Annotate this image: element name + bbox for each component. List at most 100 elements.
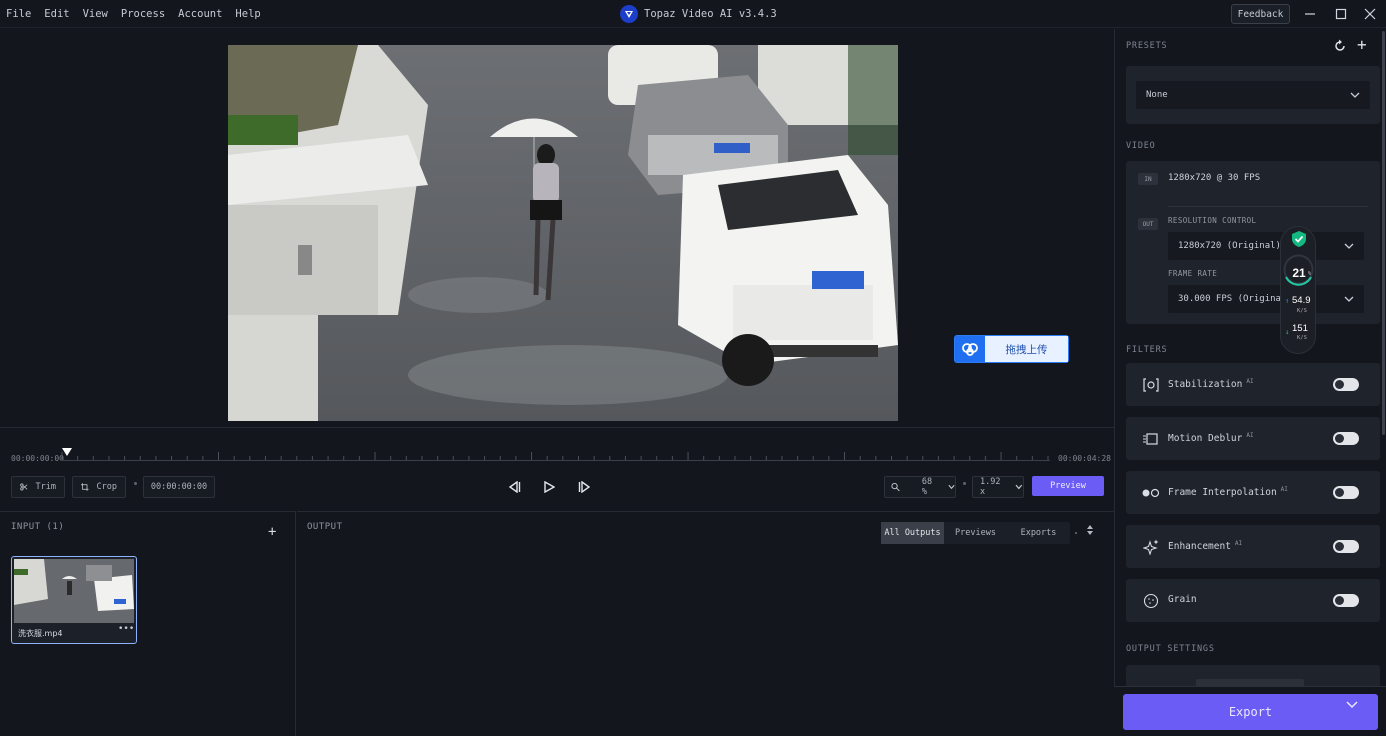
resolution-label: RESOLUTION CONTROL — [1168, 216, 1257, 225]
download-speed-unit: K/S — [1297, 335, 1307, 341]
feedback-button[interactable]: Feedback — [1231, 4, 1290, 24]
output-panel: OUTPUT All Outputs Previews Exports — [297, 511, 1114, 736]
download-arrow-icon: ↓ — [1285, 328, 1290, 336]
chevron-down-icon — [948, 484, 955, 490]
export-button[interactable]: Export — [1123, 694, 1378, 730]
export-area: Export — [1114, 686, 1386, 736]
add-input-icon[interactable]: + — [268, 524, 276, 540]
video-preview[interactable] — [228, 45, 898, 421]
video-thumbnail — [14, 559, 134, 623]
filter-enhancement: Enhancement AI — [1126, 525, 1380, 568]
tab-previews[interactable]: Previews — [944, 522, 1007, 544]
divider — [1168, 206, 1368, 207]
frame-interpolation-toggle[interactable] — [1333, 486, 1359, 499]
enhancement-icon — [1142, 538, 1160, 556]
filter-name: Stabilization — [1168, 379, 1243, 391]
maximize-icon[interactable] — [1330, 4, 1352, 24]
input-file-name: 洗衣服.mp4 — [18, 629, 63, 638]
timecode-input[interactable]: 00:00:00:00 — [143, 476, 215, 498]
video-card: IN 1280x720 @ 30 FPS OUT RESOLUTION CONT… — [1126, 161, 1380, 324]
timeline[interactable]: 00:00:00:00 00:00:04:28 — [0, 430, 1114, 470]
separator-dot — [1075, 532, 1077, 534]
trim-button[interactable]: Trim — [11, 476, 65, 498]
timeline-end-time: 00:00:04:28 — [1058, 454, 1111, 463]
in-tag: IN — [1138, 173, 1158, 185]
sort-icon[interactable] — [1086, 524, 1094, 536]
export-label: Export — [1228, 705, 1273, 719]
video-title: VIDEO — [1126, 141, 1156, 151]
menu-edit[interactable]: Edit — [44, 8, 69, 20]
menu-process[interactable]: Process — [121, 8, 165, 20]
playhead-icon[interactable] — [61, 447, 73, 459]
trim-label: Trim — [35, 482, 56, 492]
preset-value: None — [1146, 90, 1168, 100]
grain-icon — [1142, 592, 1160, 610]
grain-toggle[interactable] — [1333, 594, 1359, 607]
frame-rate-dropdown[interactable]: 30.000 FPS (Original) — [1168, 285, 1364, 313]
filter-label: Enhancement AI — [1168, 540, 1242, 552]
filter-stabilization: Stabilization AI — [1126, 363, 1380, 406]
filter-label: Stabilization AI — [1168, 378, 1254, 390]
menu-view[interactable]: View — [83, 8, 108, 20]
filter-grain: Grain — [1126, 579, 1380, 622]
cloud-upload-icon — [955, 336, 985, 362]
motion-deblur-icon — [1142, 430, 1160, 448]
topaz-logo-icon — [620, 5, 638, 23]
title-bar: File Edit View Process Account Help Topa… — [0, 0, 1386, 28]
menu-file[interactable]: File — [6, 8, 31, 20]
zoom-select[interactable]: 68 % — [884, 476, 956, 498]
filter-label: Frame Interpolation AI — [1168, 486, 1288, 498]
filter-name: Frame Interpolation — [1168, 487, 1277, 499]
motion-deblur-toggle[interactable] — [1333, 432, 1359, 445]
chevron-down-icon — [1015, 484, 1023, 490]
crop-button[interactable]: Crop — [72, 476, 126, 498]
tab-all-outputs[interactable]: All Outputs — [881, 522, 944, 544]
settings-sidebar: PRESETS + None VIDEO IN 1280x720 @ 30 FP… — [1114, 29, 1386, 736]
add-preset-icon[interactable]: + — [1357, 35, 1367, 54]
stabilization-toggle[interactable] — [1333, 378, 1359, 391]
chevron-down-icon — [1350, 92, 1360, 98]
enhancement-toggle[interactable] — [1333, 540, 1359, 553]
cpu-percent-unit: % — [1308, 271, 1312, 277]
upload-widget[interactable]: 拖拽上传 — [954, 335, 1069, 363]
previous-frame-icon[interactable] — [505, 478, 523, 496]
ai-badge: AI — [1246, 432, 1254, 439]
crop-label: Crop — [96, 482, 117, 492]
frame-rate-value: 30.000 FPS (Original) — [1178, 294, 1292, 304]
input-file-card[interactable]: 洗衣服.mp4 ••• — [11, 556, 137, 644]
sidebar-scrollbar[interactable] — [1382, 31, 1385, 435]
shield-check-icon — [1292, 231, 1306, 247]
play-icon[interactable] — [540, 478, 558, 496]
menu-account[interactable]: Account — [178, 8, 222, 20]
ai-badge: AI — [1246, 378, 1254, 385]
reset-icon[interactable] — [1333, 39, 1347, 53]
filter-label: Grain — [1168, 594, 1197, 605]
filters-title: FILTERS — [1126, 345, 1168, 355]
next-frame-icon[interactable] — [576, 478, 594, 496]
output-title: OUTPUT — [307, 522, 343, 532]
minimize-icon[interactable] — [1299, 4, 1321, 24]
separator-dot — [134, 482, 137, 485]
scissors-icon — [20, 483, 28, 491]
tab-exports[interactable]: Exports — [1007, 522, 1070, 544]
menu-bar: File Edit View Process Account Help — [6, 0, 261, 28]
app-title: Topaz Video AI v3.4.3 — [620, 5, 777, 23]
out-tag: OUT — [1138, 218, 1158, 230]
chevron-down-icon[interactable] — [1346, 700, 1358, 710]
preview-button[interactable]: Preview — [1032, 476, 1104, 496]
filter-name: Grain — [1168, 594, 1197, 605]
menu-help[interactable]: Help — [235, 8, 260, 20]
download-speed: 151 — [1292, 323, 1308, 334]
upload-label: 拖拽上传 — [985, 336, 1068, 362]
zoom-value: 68 % — [921, 477, 933, 497]
presets-card: None — [1126, 66, 1380, 124]
frame-rate-label: FRAME RATE — [1168, 269, 1218, 278]
preset-dropdown[interactable]: None — [1136, 81, 1370, 109]
more-options-icon[interactable]: ••• — [118, 624, 134, 634]
close-icon[interactable] — [1359, 4, 1381, 24]
speed-select[interactable]: 1.92 x — [972, 476, 1024, 498]
resolution-dropdown[interactable]: 1280x720 (Original) — [1168, 232, 1364, 260]
app-title-text: Topaz Video AI v3.4.3 — [644, 8, 777, 20]
timeline-ticks — [61, 452, 1049, 460]
filter-frame-interpolation: Frame Interpolation AI — [1126, 471, 1380, 514]
